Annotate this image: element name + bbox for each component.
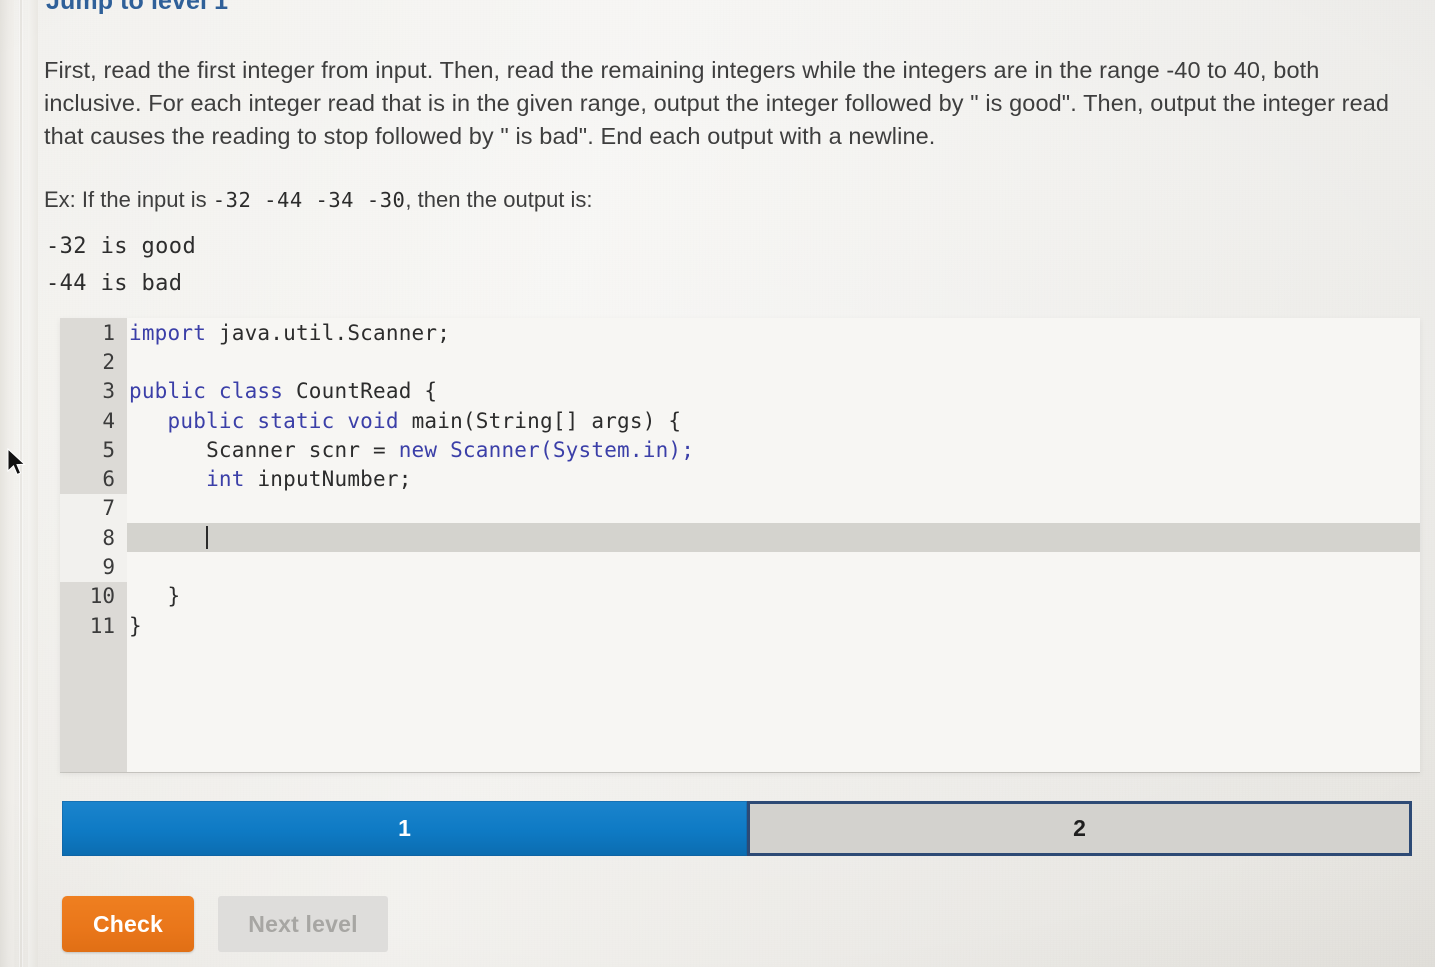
- code-line-text[interactable]: Scanner scnr = new Scanner(System.in);: [127, 435, 1420, 464]
- code-token: main(String[] args) {: [411, 408, 682, 433]
- example-output-block: -32 is good -44 is bad: [46, 234, 197, 296]
- code-token: java.util.Scanner;: [206, 320, 451, 345]
- code-editor[interactable]: 1 import java.util.Scanner; 2 3 public class…: [60, 318, 1420, 772]
- code-token: Scanner(System.in);: [450, 437, 695, 462]
- line-number: 8: [102, 525, 115, 550]
- action-button-row: Check Next level: [62, 896, 388, 952]
- code-line-text[interactable]: }: [127, 611, 1420, 640]
- example-prefix: Ex: If the input is: [44, 187, 207, 212]
- line-number: 11: [89, 613, 115, 638]
- code-line-6[interactable]: 6 int inputNumber;: [60, 464, 1420, 493]
- code-line-5[interactable]: 5 Scanner scnr = new Scanner(System.in);: [60, 435, 1420, 464]
- code-line-text[interactable]: [127, 552, 1420, 581]
- problem-statement: First, read the first integer from input…: [44, 57, 1390, 149]
- code-lines[interactable]: 1 import java.util.Scanner; 2 3 public class…: [60, 318, 1420, 772]
- line-number: 1: [102, 320, 115, 345]
- code-token: public class: [129, 379, 296, 404]
- code-token: new: [398, 437, 451, 462]
- example-input-line: Ex: If the input is -32 -44 -34 -30, the…: [44, 185, 593, 215]
- check-button[interactable]: Check: [62, 896, 194, 952]
- code-line-text[interactable]: [127, 523, 1420, 553]
- code-line-11[interactable]: 11}: [60, 611, 1420, 640]
- code-token: import: [129, 320, 207, 345]
- code-line-text[interactable]: public static void main(String[] args) {: [127, 406, 1420, 435]
- code-token: }: [129, 613, 142, 638]
- level-segment-1[interactable]: 1: [62, 801, 747, 856]
- text-caret: [206, 526, 209, 550]
- line-number: 6: [102, 467, 115, 492]
- code-line-text[interactable]: public class CountRead {: [127, 377, 1420, 406]
- next-level-button: Next level: [218, 896, 388, 952]
- line-number: 3: [102, 379, 115, 404]
- code-token: inputNumber;: [257, 467, 412, 492]
- code-line-text[interactable]: import java.util.Scanner;: [127, 318, 1420, 347]
- code-line-9[interactable]: 9: [60, 552, 1420, 581]
- line-number: 4: [102, 408, 115, 433]
- line-number: 10: [89, 584, 115, 609]
- code-line-4[interactable]: 4 public static void main(String[] args)…: [60, 406, 1420, 435]
- code-token: public static void: [167, 408, 412, 433]
- jump-to-level-link[interactable]: Jump to level 1: [46, 0, 228, 16]
- line-number: 7: [102, 496, 115, 521]
- code-line-1[interactable]: 1 import java.util.Scanner;: [60, 318, 1420, 347]
- line-number: 5: [102, 437, 115, 462]
- mouse-pointer-icon: [7, 448, 26, 476]
- line-number: 2: [102, 349, 115, 374]
- code-line-text[interactable]: [127, 494, 1420, 523]
- code-line-text[interactable]: int inputNumber;: [127, 464, 1420, 493]
- example-input-values: -32 -44 -34 -30: [212, 188, 406, 212]
- code-line-10[interactable]: 10 }: [60, 582, 1420, 611]
- lab-page: Jump to level 1 First, read the first in…: [0, 0, 1435, 967]
- code-token: }: [129, 584, 181, 609]
- code-token: CountRead {: [295, 379, 438, 404]
- code-line-2[interactable]: 2: [60, 347, 1420, 376]
- example-suffix: , then the output is:: [405, 187, 593, 212]
- line-number: 9: [102, 555, 115, 580]
- code-token: Scanner scnr =: [206, 437, 399, 462]
- level-progress-bar: 1 2: [62, 801, 1412, 856]
- code-line-text[interactable]: [127, 347, 1420, 376]
- code-line-text[interactable]: }: [127, 582, 1420, 611]
- code-line-7[interactable]: 7: [60, 494, 1420, 523]
- level-segment-2[interactable]: 2: [747, 801, 1412, 856]
- code-token: int: [206, 467, 258, 492]
- code-line-3[interactable]: 3 public class CountRead {: [60, 377, 1420, 406]
- code-line-8[interactable]: 8: [60, 523, 1420, 553]
